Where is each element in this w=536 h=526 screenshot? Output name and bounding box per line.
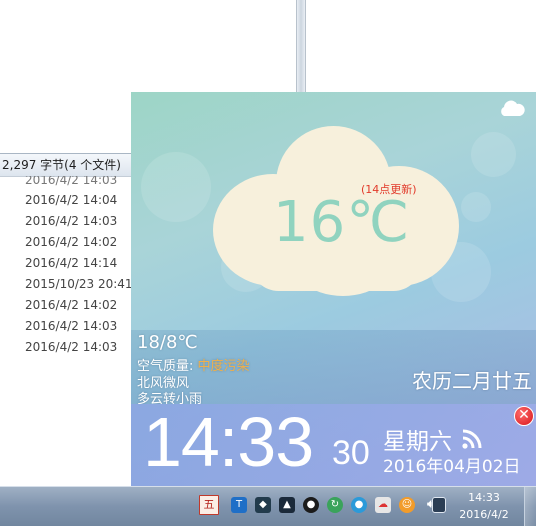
file-date: 2015/10/23 20:41 (25, 277, 133, 291)
close-icon: ✕ (518, 407, 530, 423)
security-icon[interactable]: ◆ (255, 497, 271, 513)
pane-splitter[interactable] (296, 0, 306, 92)
cloud-icon[interactable]: ☁ (375, 497, 391, 513)
taskbar: 五 T ◆ ▲ ● ↻ ● ☁ ☺ 🔊︎ 14:33 2016/4/2 (0, 486, 536, 526)
full-date: 2016年04月02日 (383, 457, 521, 477)
weather-widget[interactable]: (14点更新) 16℃ 18/8℃ 空气质量: 中度污染 北风微风 多云转小雨 … (131, 92, 536, 486)
temperature-range: 18/8℃ (137, 332, 198, 353)
tray-time: 14:33 (468, 491, 500, 504)
monitor-icon[interactable]: ▲ (279, 497, 295, 513)
file-date: 2016/4/2 14:02 (25, 235, 118, 249)
tray-date: 2016/4/2 (459, 508, 509, 521)
file-date-column: 2016/4/2 14:03 2016/4/2 14:04 2016/4/2 1… (0, 176, 133, 358)
status-bar: 2,297 字节(4 个文件) (0, 153, 131, 177)
cloud-icon (501, 100, 525, 116)
penguin-icon[interactable]: ● (303, 497, 319, 513)
file-date: 2016/4/2 14:03 (25, 176, 118, 187)
qq-icon[interactable]: ● (351, 497, 367, 513)
bokeh-light (471, 132, 516, 177)
clock-hours-minutes: 14:33 (143, 403, 314, 481)
ime-label: 五 (203, 498, 215, 511)
file-date: 2016/4/2 14:03 (25, 319, 118, 333)
file-date: 2016/4/2 14:03 (25, 340, 118, 354)
air-quality-value: 中度污染 (197, 359, 250, 374)
current-temperature: 16℃ (273, 190, 411, 255)
tray-clock[interactable]: 14:33 2016/4/2 (452, 489, 516, 523)
cute-app-icon[interactable]: ☺ (399, 497, 415, 513)
rss-icon[interactable] (460, 427, 484, 451)
file-date: 2016/4/2 14:04 (25, 193, 118, 207)
bokeh-light (141, 152, 211, 222)
sync-icon[interactable]: ↻ (327, 497, 343, 513)
weekday: 星期六 (383, 429, 452, 455)
lunar-date: 农历二月廿五 (412, 369, 532, 393)
clock-seconds: 30 (332, 434, 370, 472)
file-date: 2016/4/2 14:02 (25, 298, 118, 312)
status-text: 2,297 字节(4 个文件) (2, 158, 121, 172)
teamviewer-icon[interactable]: T (231, 497, 247, 513)
weather-top-panel: (14点更新) 16℃ (131, 92, 536, 330)
file-date: 2016/4/2 14:03 (25, 214, 118, 228)
show-desktop-button[interactable] (524, 487, 536, 526)
file-date: 2016/4/2 14:14 (25, 256, 118, 270)
network-icon[interactable] (432, 497, 446, 513)
close-widget-button[interactable]: ✕ (514, 406, 534, 426)
ime-icon[interactable]: 五 (199, 495, 219, 515)
bokeh-light (461, 192, 491, 222)
